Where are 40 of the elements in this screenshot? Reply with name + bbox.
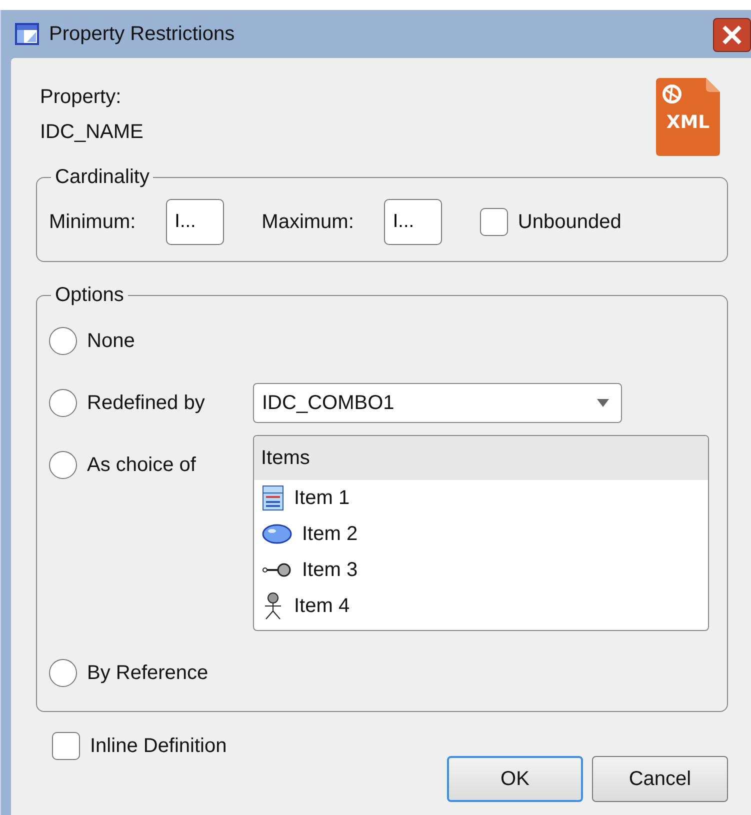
list-item[interactable]: Item 2 (302, 522, 358, 546)
radio-label: By Reference (87, 662, 208, 684)
column-header: Items (261, 446, 310, 470)
list-item[interactable]: Item 3 (302, 558, 358, 582)
maximum-label: Maximum: (262, 210, 354, 234)
lollipop-icon (262, 562, 292, 578)
class-icon (262, 485, 284, 511)
radio-button[interactable] (49, 451, 77, 479)
dialog-button[interactable]: Cancel (592, 756, 728, 802)
radio-label: Redefined by (87, 392, 205, 414)
window-title: Property Restrictions (49, 22, 235, 46)
close-icon (721, 24, 743, 46)
minimum-field[interactable]: I... (166, 199, 224, 245)
close-button[interactable] (713, 18, 751, 52)
window-icon (15, 23, 39, 45)
minimum-label: Minimum: (49, 210, 136, 234)
checkbox[interactable] (52, 732, 80, 760)
items-list[interactable]: Items Item 1 Item 2 Item 3 Item 4 (253, 435, 709, 631)
group-title: Cardinality (54, 166, 150, 189)
dropdown-arrow-icon (597, 399, 609, 407)
property-value: IDC_NAME (40, 121, 144, 144)
checkbox-label: Unbounded (518, 210, 622, 234)
checkbox-label: Inline Definition (90, 734, 227, 758)
radio-label: None (87, 330, 135, 352)
group-title: Options (54, 284, 125, 307)
actor-icon (262, 592, 284, 620)
ellipse-icon (262, 524, 292, 544)
property-label: Property: (40, 86, 122, 109)
checkbox[interactable] (480, 208, 508, 236)
combo-box[interactable]: IDC_COMBO1 (253, 383, 622, 423)
maximum-field[interactable]: I... (384, 199, 442, 245)
file-icon (656, 78, 720, 156)
radio-button[interactable] (49, 389, 77, 417)
dialog-button[interactable]: OK (447, 756, 583, 802)
radio-button[interactable] (49, 327, 77, 355)
radio-label: As choice of (87, 454, 196, 476)
radio-button[interactable] (49, 659, 77, 687)
file-type-label: XML (666, 112, 710, 133)
list-item[interactable]: Item 4 (294, 594, 350, 618)
list-item[interactable]: Item 1 (294, 486, 350, 510)
